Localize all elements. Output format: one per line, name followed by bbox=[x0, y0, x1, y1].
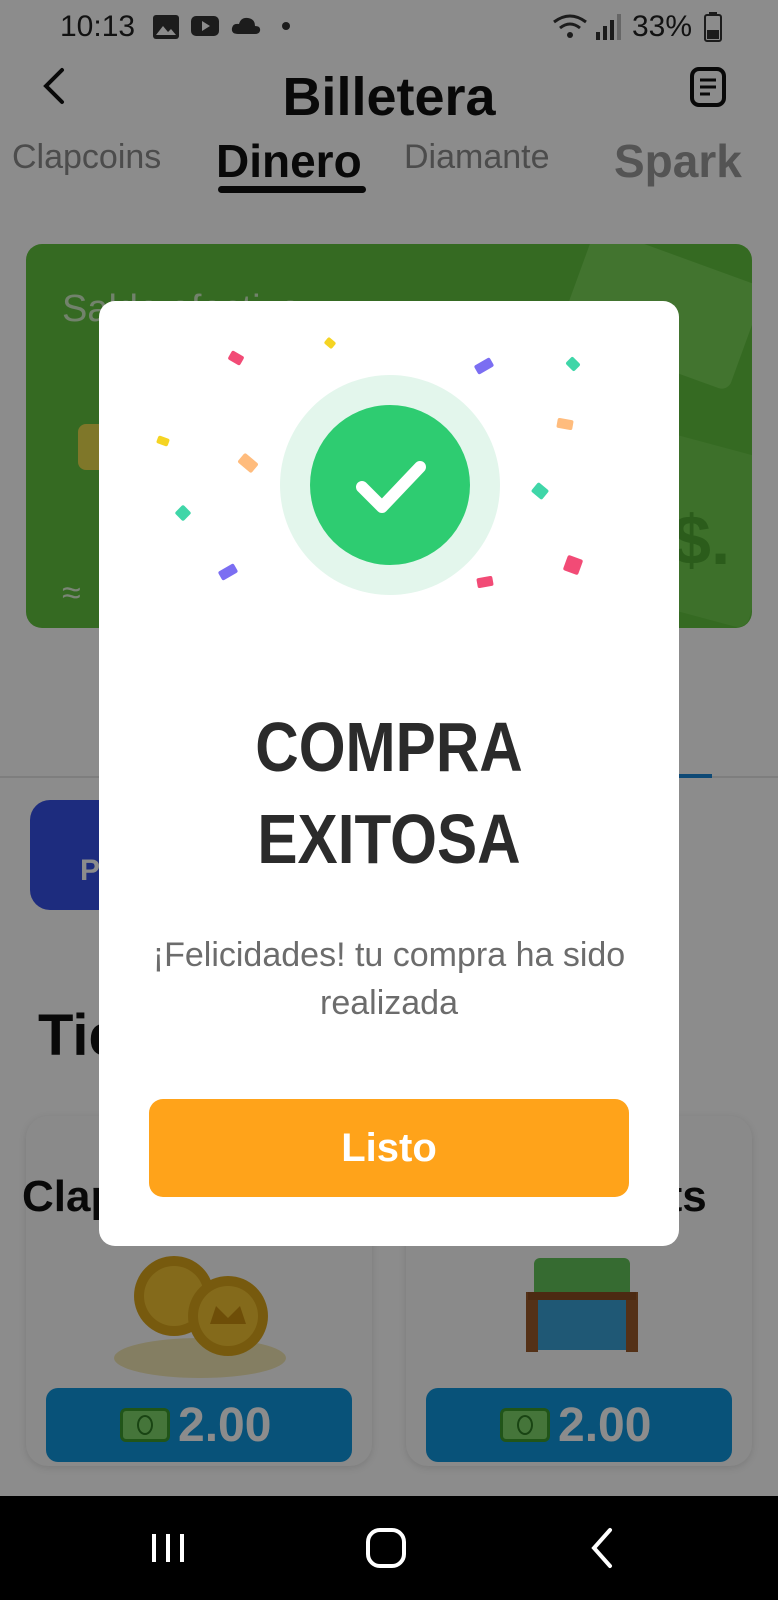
confetti-icon bbox=[174, 504, 192, 522]
back-nav-icon[interactable] bbox=[574, 1524, 634, 1572]
check-icon bbox=[356, 461, 426, 513]
success-circle bbox=[310, 405, 470, 565]
confetti-icon bbox=[217, 563, 239, 581]
system-nav-bar bbox=[0, 1496, 778, 1600]
confetti-icon bbox=[530, 481, 550, 501]
confetti-icon bbox=[323, 336, 337, 350]
home-icon[interactable] bbox=[356, 1524, 416, 1572]
confetti-icon bbox=[565, 356, 581, 372]
confetti-icon bbox=[227, 350, 245, 366]
confetti-icon bbox=[562, 554, 584, 576]
confetti-icon bbox=[473, 357, 495, 375]
dialog-title-line: EXITOSA bbox=[257, 800, 521, 878]
done-button[interactable]: Listo bbox=[149, 1099, 629, 1197]
confetti-icon bbox=[556, 417, 574, 431]
dialog-message: ¡Felicidades! tu compra ha sido realizad… bbox=[152, 936, 626, 1022]
confetti-icon bbox=[476, 575, 494, 589]
confetti-icon bbox=[237, 452, 259, 474]
success-dialog: COMPRA EXITOSA ¡Felicidades! tu compra h… bbox=[99, 301, 679, 1246]
dialog-title: COMPRA EXITOSA bbox=[140, 701, 639, 885]
dialog-title-line: COMPRA bbox=[255, 708, 523, 786]
confetti-icon bbox=[155, 435, 171, 447]
recent-apps-icon[interactable] bbox=[138, 1524, 198, 1572]
